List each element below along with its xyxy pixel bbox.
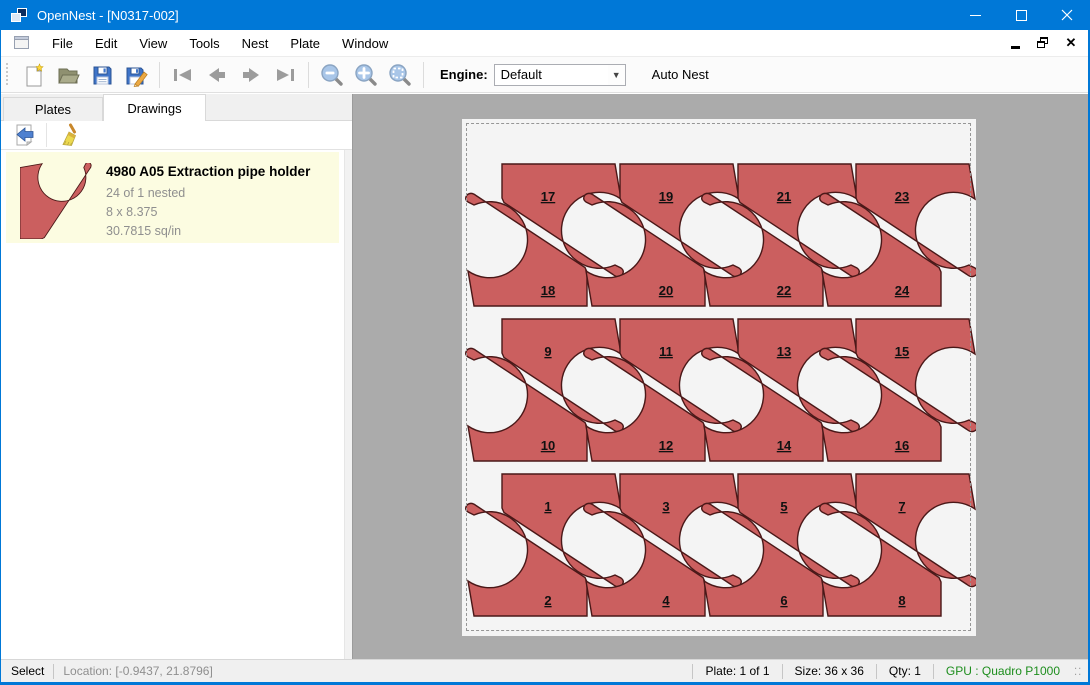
mdi-close-icon: ✕ — [1066, 36, 1077, 50]
tab-drawings[interactable]: Drawings — [103, 94, 206, 121]
tab-plates[interactable]: Plates — [3, 97, 103, 121]
clean-icon — [56, 123, 80, 147]
go-previous-button[interactable] — [200, 60, 234, 90]
go-last-button[interactable] — [268, 60, 302, 90]
go-first-button[interactable] — [166, 60, 200, 90]
mdi-close-button[interactable]: ✕ — [1064, 36, 1078, 50]
toolbar-separator — [308, 62, 309, 88]
nest-canvas[interactable]: 171819202122232491011121314151612345678 — [353, 94, 1088, 659]
status-location: Location: [-0.9437, 21.8796] — [63, 664, 212, 678]
chevron-down-icon[interactable]: ▼ — [608, 65, 625, 85]
minimize-icon — [970, 10, 981, 21]
status-gpu: GPU : Quadro P1000 — [934, 664, 1072, 678]
drawing-title: 4980 A05 Extraction pipe holder — [106, 164, 310, 179]
drawing-nested-count: 24 of 1 nested — [106, 184, 310, 203]
save-icon — [90, 63, 114, 87]
drawing-list: 4980 A05 Extraction pipe holder 24 of 1 … — [1, 150, 344, 659]
zoom-fit-button[interactable] — [383, 60, 417, 90]
panel-scrollbar[interactable] — [344, 150, 352, 659]
engine-value: Default — [501, 67, 608, 82]
status-mode: Select — [11, 664, 44, 678]
new-file-icon — [22, 63, 46, 87]
zoom-out-button[interactable] — [315, 60, 349, 90]
title-bar: OpenNest - [N0317-002] — [0, 0, 1090, 30]
send-to-drawing-button[interactable] — [9, 122, 41, 148]
go-next-icon — [238, 63, 264, 87]
zoom-fit-icon — [388, 63, 412, 87]
toolbar-separator — [46, 123, 47, 147]
menu-item-file[interactable]: File — [41, 30, 84, 57]
plate[interactable]: 171819202122232491011121314151612345678 — [462, 119, 976, 636]
new-file-button[interactable] — [17, 60, 51, 90]
menu-item-tools[interactable]: Tools — [178, 30, 230, 57]
left-panel: Plates Drawings 4980 A05 — [1, 94, 353, 659]
status-qty: Qty: 1 — [877, 664, 933, 678]
go-last-icon — [272, 63, 298, 87]
go-previous-icon — [204, 63, 230, 87]
mdi-minimize-icon — [1011, 46, 1020, 49]
menu-bar: FileEditViewToolsNestPlateWindow ✕ — [1, 30, 1088, 57]
open-file-icon — [56, 63, 80, 87]
app-icon — [11, 8, 28, 23]
mdi-minimize-button[interactable] — [1008, 36, 1022, 50]
resize-grip[interactable]: ⁚⁚ — [1074, 670, 1084, 680]
auto-nest-button[interactable]: Auto Nest — [644, 63, 717, 86]
drawing-area: 30.7815 sq/in — [106, 222, 310, 241]
document-window-icon[interactable] — [13, 35, 31, 51]
go-next-button[interactable] — [234, 60, 268, 90]
toolbar-grip[interactable] — [6, 63, 9, 87]
maximize-icon — [1016, 10, 1027, 21]
status-bar: Select Location: [-0.9437, 21.8796] Plat… — [1, 659, 1088, 682]
menu-item-edit[interactable]: Edit — [84, 30, 128, 57]
save-button[interactable] — [85, 60, 119, 90]
engine-label: Engine: — [440, 67, 488, 82]
drawing-list-item[interactable]: 4980 A05 Extraction pipe holder 24 of 1 … — [6, 152, 339, 243]
open-file-button[interactable] — [51, 60, 85, 90]
close-icon — [1061, 9, 1073, 21]
maximize-button[interactable] — [998, 0, 1044, 30]
clean-button[interactable] — [52, 122, 84, 148]
close-button[interactable] — [1044, 0, 1090, 30]
status-separator — [53, 664, 54, 679]
zoom-in-button[interactable] — [349, 60, 383, 90]
panel-divider — [352, 94, 353, 659]
save-as-button[interactable] — [119, 60, 153, 90]
toolbar-separator — [423, 62, 424, 88]
main-toolbar: Engine: Default ▼ Auto Nest — [1, 57, 1088, 93]
window-border — [0, 30, 1, 682]
engine-combobox[interactable]: Default ▼ — [494, 64, 626, 86]
drawing-dimensions: 8 x 8.375 — [106, 203, 310, 222]
status-size: Size: 36 x 36 — [783, 664, 876, 678]
menu-item-window[interactable]: Window — [331, 30, 399, 57]
zoom-out-icon — [320, 63, 344, 87]
minimize-button[interactable] — [952, 0, 998, 30]
menu-item-view[interactable]: View — [128, 30, 178, 57]
save-as-icon — [124, 63, 148, 87]
panel-tabstrip: Plates Drawings — [1, 94, 353, 121]
status-plate: Plate: 1 of 1 — [693, 664, 781, 678]
window-title: OpenNest - [N0317-002] — [37, 8, 179, 23]
send-to-drawing-icon — [13, 123, 37, 147]
part-thumbnail — [20, 163, 92, 239]
mdi-restore-button[interactable] — [1036, 36, 1050, 50]
drawings-toolbar — [1, 121, 353, 150]
zoom-in-icon — [354, 63, 378, 87]
menu-item-plate[interactable]: Plate — [279, 30, 331, 57]
menu-item-nest[interactable]: Nest — [231, 30, 280, 57]
go-first-icon — [170, 63, 196, 87]
toolbar-separator — [159, 62, 160, 88]
plate-selection-marquee — [466, 123, 971, 631]
